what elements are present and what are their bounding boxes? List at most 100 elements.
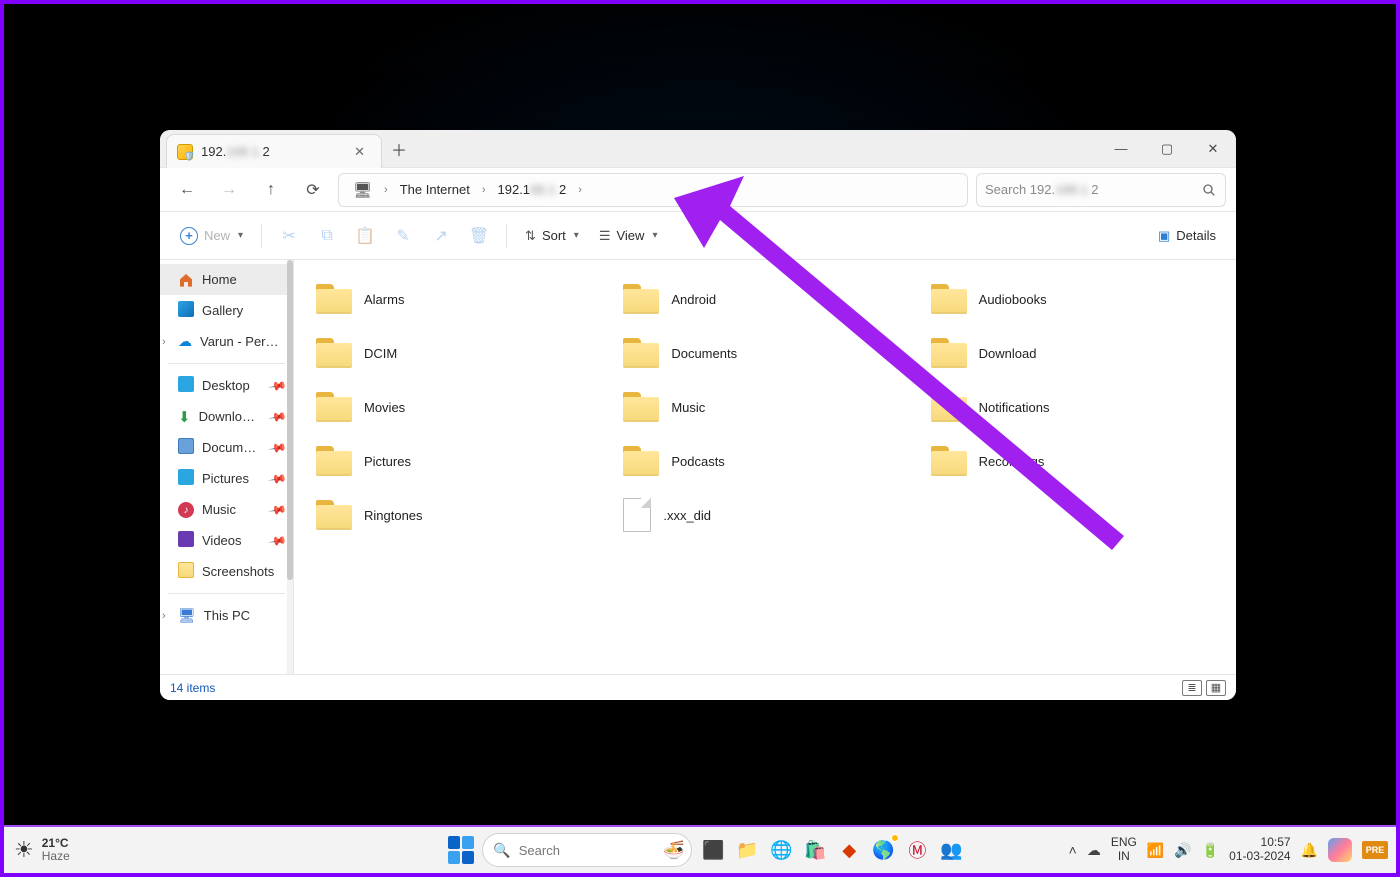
folder-item[interactable]: Recordings bbox=[925, 434, 1220, 488]
tray-onedrive-icon[interactable]: ☁ bbox=[1087, 842, 1101, 859]
tab-active[interactable]: 192.168.1.2 ✕ bbox=[166, 134, 382, 168]
navigation-pane: HomeGallery›☁Varun - Personal Desktop📌⬇D… bbox=[160, 260, 294, 674]
sort-button[interactable]: ⇅ Sort ▾ bbox=[517, 219, 587, 253]
volume-icon[interactable]: 🔊 bbox=[1174, 842, 1191, 859]
sidebar-item-desktop[interactable]: Desktop📌 bbox=[160, 370, 293, 401]
details-view-button[interactable]: ≣ bbox=[1182, 680, 1202, 696]
item-label: DCIM bbox=[364, 346, 397, 361]
sidebar-item-screenshots[interactable]: Screenshots bbox=[160, 556, 293, 587]
sidebar-item-downloads[interactable]: ⬇Downloads📌 bbox=[160, 401, 293, 432]
chevron-right-icon[interactable]: › bbox=[480, 184, 488, 196]
copy-button[interactable]: ⧉ bbox=[310, 219, 344, 253]
folder-item[interactable]: Podcasts bbox=[617, 434, 912, 488]
up-button[interactable]: ↑ bbox=[254, 173, 288, 207]
file-item[interactable]: .xxx_did bbox=[617, 488, 912, 542]
icons-view-button[interactable]: ▦ bbox=[1206, 680, 1226, 696]
back-button[interactable]: ← bbox=[170, 173, 204, 207]
refresh-button[interactable]: ⟳ bbox=[296, 173, 330, 207]
folder-item[interactable]: Android bbox=[617, 272, 912, 326]
pictures-icon bbox=[178, 469, 194, 488]
folder-item[interactable]: Music bbox=[617, 380, 912, 434]
breadcrumb-internet[interactable]: The Internet bbox=[392, 178, 478, 201]
item-label: Movies bbox=[364, 400, 405, 415]
chevron-right-icon[interactable]: › bbox=[382, 184, 390, 196]
folder-content[interactable]: AlarmsAndroidAudiobooks DCIM Documents Down… bbox=[294, 260, 1236, 674]
rename-button[interactable]: ✎ bbox=[386, 219, 420, 253]
view-icon: ☰ bbox=[599, 228, 611, 244]
forward-button[interactable]: → bbox=[212, 173, 246, 207]
sidebar-item-home[interactable]: Home bbox=[160, 264, 293, 295]
folder-icon bbox=[931, 338, 967, 368]
taskbar-search[interactable]: 🔍 Search 🍜 bbox=[482, 833, 692, 867]
edge-taskbar-icon[interactable]: 🌐 bbox=[768, 837, 794, 863]
folder-item[interactable]: Notifications bbox=[925, 380, 1220, 434]
root-icon[interactable]: 🖥 bbox=[345, 177, 380, 203]
sidebar-item-varun-personal[interactable]: ›☁Varun - Personal bbox=[160, 326, 293, 357]
weather-text: 21°C Haze bbox=[42, 837, 70, 863]
chevron-right-icon[interactable]: › bbox=[162, 610, 166, 622]
cut-button[interactable]: ✂ bbox=[272, 219, 306, 253]
folder-item[interactable]: Audiobooks bbox=[925, 272, 1220, 326]
sidebar-item-this-pc[interactable]: ›🖥This PC bbox=[160, 600, 293, 631]
details-pane-button[interactable]: ▣ Details bbox=[1150, 219, 1224, 253]
sidebar-item-label: Varun - Personal bbox=[200, 334, 285, 349]
battery-icon[interactable]: 🔋 bbox=[1202, 842, 1219, 859]
minimize-button[interactable]: — bbox=[1098, 130, 1144, 167]
breadcrumb-host[interactable]: 192.168.1.2 bbox=[490, 178, 575, 201]
home-icon bbox=[178, 272, 194, 288]
pin-icon: 📌 bbox=[267, 468, 287, 488]
sidebar-item-music[interactable]: ♪Music📌 bbox=[160, 494, 293, 525]
item-label: Notifications bbox=[979, 400, 1050, 415]
search-input[interactable]: Search 192.168.1.2 bbox=[976, 173, 1226, 207]
status-bar: 14 items ≣ ▦ bbox=[160, 674, 1236, 700]
chevron-right-icon[interactable]: › bbox=[162, 336, 166, 348]
copilot-icon[interactable] bbox=[1328, 838, 1352, 862]
maximize-button[interactable]: ▢ bbox=[1144, 130, 1190, 167]
weather-icon: ☀ bbox=[14, 837, 34, 863]
folder-item[interactable]: Download bbox=[925, 326, 1220, 380]
notifications-icon[interactable]: 🔔 bbox=[1301, 842, 1318, 859]
item-label: Documents bbox=[671, 346, 737, 361]
mcafee-taskbar-icon[interactable]: Ⓜ bbox=[904, 837, 930, 863]
task-view-button[interactable]: ⬛ bbox=[700, 837, 726, 863]
sidebar-scrollbar-thumb[interactable] bbox=[287, 260, 293, 580]
address-bar[interactable]: 🖥 › The Internet › 192.168.1.2 › bbox=[338, 173, 968, 207]
new-tab-button[interactable]: ＋ bbox=[382, 130, 416, 167]
sidebar-item-documents[interactable]: Documents📌 bbox=[160, 432, 293, 463]
app-taskbar-icon[interactable]: ◆ bbox=[836, 837, 862, 863]
titlebar: 192.168.1.2 ✕ ＋ — ▢ ✕ bbox=[160, 130, 1236, 168]
folder-item[interactable]: Pictures bbox=[310, 434, 605, 488]
chevron-down-icon: ▾ bbox=[574, 230, 579, 241]
search-icon: 🔍 bbox=[493, 842, 510, 859]
tray-chevron-up-icon[interactable]: ˄ bbox=[1069, 842, 1077, 858]
language-indicator[interactable]: ENGIN bbox=[1111, 836, 1137, 864]
folder-item[interactable]: Ringtones bbox=[310, 488, 605, 542]
paste-button[interactable]: 📋 bbox=[348, 219, 382, 253]
close-button[interactable]: ✕ bbox=[1190, 130, 1236, 167]
delete-button[interactable]: 🗑 bbox=[462, 219, 496, 253]
sidebar-item-gallery[interactable]: Gallery bbox=[160, 295, 293, 326]
view-button[interactable]: ☰ View ▾ bbox=[591, 219, 666, 253]
taskbar-widgets[interactable]: ☀ 21°C Haze bbox=[4, 837, 344, 863]
app-taskbar-icon[interactable]: 🌎 bbox=[870, 837, 896, 863]
wifi-icon[interactable]: 📶 bbox=[1147, 842, 1164, 859]
preview-badge[interactable]: PRE bbox=[1362, 841, 1388, 859]
chevron-right-icon[interactable]: › bbox=[576, 184, 584, 196]
teams-taskbar-icon[interactable]: 👥 bbox=[938, 837, 964, 863]
navigation-bar: ← → ↑ ⟳ 🖥 › The Internet › 192.168.1.2 ›… bbox=[160, 168, 1236, 212]
tab-close-button[interactable]: ✕ bbox=[348, 142, 371, 162]
sidebar-item-videos[interactable]: Videos📌 bbox=[160, 525, 293, 556]
folder-item[interactable]: Movies bbox=[310, 380, 605, 434]
folder-item[interactable]: Alarms bbox=[310, 272, 605, 326]
share-button[interactable]: ↗ bbox=[424, 219, 458, 253]
sidebar-item-pictures[interactable]: Pictures📌 bbox=[160, 463, 293, 494]
clock[interactable]: 10:5701-03-2024 bbox=[1229, 836, 1290, 864]
start-button[interactable] bbox=[448, 837, 474, 863]
file-explorer-taskbar-icon[interactable]: 📁 bbox=[734, 837, 760, 863]
folder-item[interactable]: DCIM bbox=[310, 326, 605, 380]
new-button[interactable]: + New ▾ bbox=[172, 219, 251, 253]
folder-item[interactable]: Documents bbox=[617, 326, 912, 380]
sidebar-item-label: Videos bbox=[202, 533, 242, 548]
share-icon: ↗ bbox=[434, 226, 447, 246]
store-taskbar-icon[interactable]: 🛍️ bbox=[802, 837, 828, 863]
